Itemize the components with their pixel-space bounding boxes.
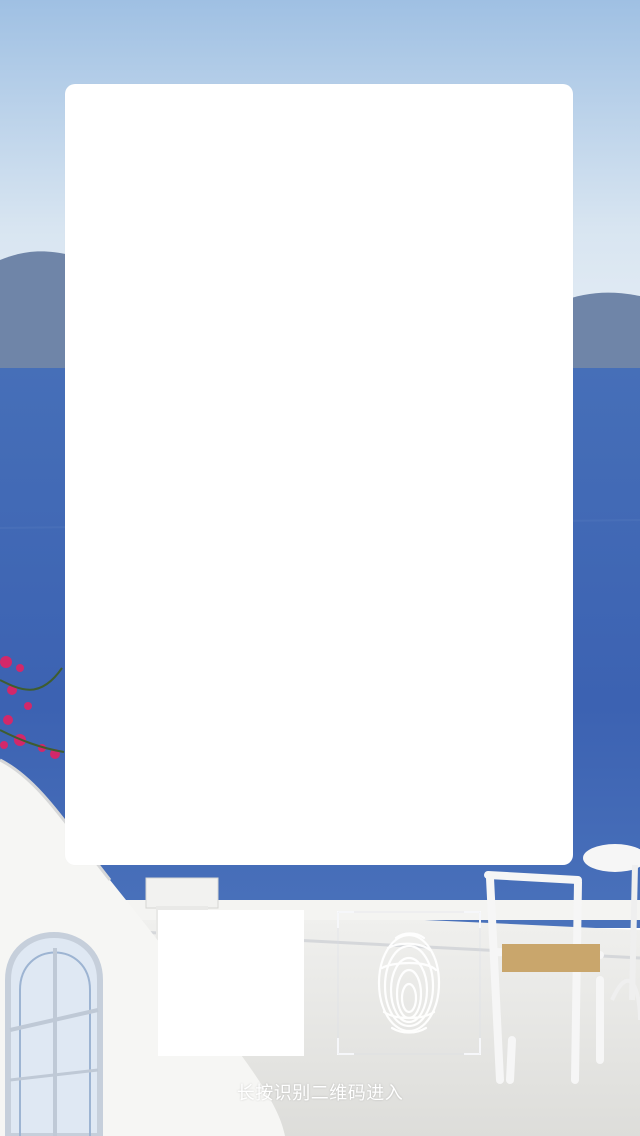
distant-island-left bbox=[0, 251, 70, 372]
qr-code-area[interactable] bbox=[158, 910, 304, 1056]
content-card bbox=[65, 84, 573, 865]
scan-instruction-text: 长按识别二维码进入 bbox=[236, 1083, 404, 1103]
fingerprint-scan-area[interactable] bbox=[336, 910, 482, 1056]
screen: 长按识别二维码进入 bbox=[0, 0, 640, 1136]
fingerprint-icon bbox=[377, 932, 441, 1034]
